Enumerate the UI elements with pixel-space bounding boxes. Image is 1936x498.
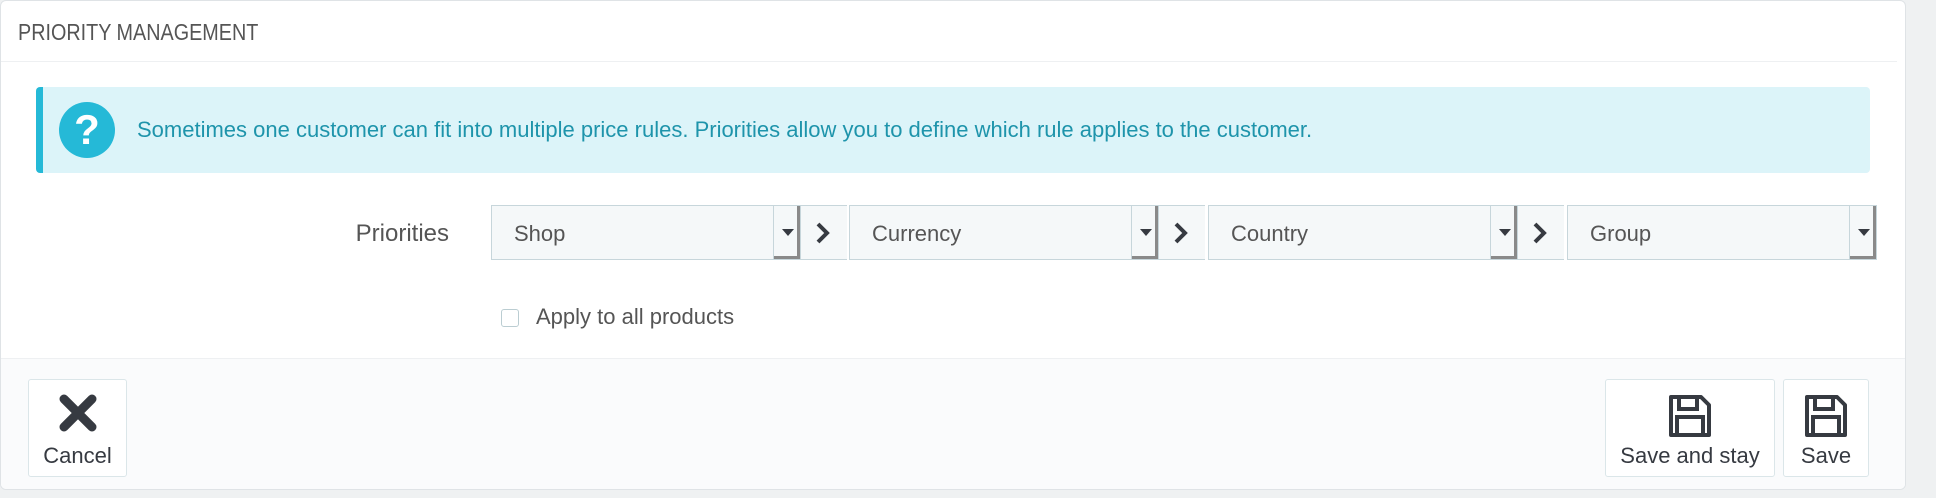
save-icon — [1669, 395, 1711, 437]
priority-select-3[interactable]: Country — [1208, 205, 1518, 260]
save-and-stay-button[interactable]: Save and stay — [1605, 379, 1775, 477]
priority-select-2[interactable]: Currency — [849, 205, 1159, 260]
priority-select-value: Country — [1231, 221, 1309, 246]
save-label: Save — [1800, 443, 1852, 468]
question-icon: ? — [59, 102, 115, 158]
cancel-label: Cancel — [43, 443, 112, 468]
close-icon — [59, 394, 96, 432]
panel-footer: Cancel Save and stay Save — [1, 358, 1905, 489]
priority-select-1[interactable]: Shop — [491, 205, 801, 260]
priority-select-value: Shop — [514, 221, 566, 246]
chevron-right-icon — [816, 222, 830, 244]
priority-select-value: Currency — [872, 221, 962, 246]
apply-all-checkbox[interactable] — [501, 309, 519, 327]
priority-select-value: Group — [1590, 221, 1652, 246]
save-button[interactable]: Save — [1783, 379, 1869, 477]
chevron-down-icon — [1131, 206, 1158, 259]
panel-heading: PRIORITY MANAGEMENT — [1, 1, 1897, 62]
chevron-down-icon — [773, 206, 800, 259]
priority-management-panel: PRIORITY MANAGEMENT ? Sometimes one cust… — [0, 0, 1906, 490]
save-and-stay-label: Save and stay — [1620, 443, 1760, 468]
chevron-down-icon — [1490, 206, 1517, 259]
separator-chevron — [801, 205, 847, 260]
panel-title: PRIORITY MANAGEMENT — [18, 19, 259, 45]
save-icon — [1805, 395, 1847, 437]
chevron-right-icon — [1533, 222, 1547, 244]
separator-chevron — [1159, 205, 1205, 260]
separator-chevron — [1518, 205, 1564, 260]
cancel-button[interactable]: Cancel — [28, 379, 127, 477]
chevron-right-icon — [1174, 222, 1188, 244]
chevron-down-icon — [1849, 206, 1876, 259]
priority-select-4[interactable]: Group — [1567, 205, 1877, 260]
priorities-label: Priorities — [355, 220, 449, 247]
info-alert: ? Sometimes one customer can fit into mu… — [36, 87, 1870, 173]
alert-text: Sometimes one customer can fit into mult… — [137, 117, 1313, 142]
apply-all-label[interactable]: Apply to all products — [536, 304, 734, 330]
